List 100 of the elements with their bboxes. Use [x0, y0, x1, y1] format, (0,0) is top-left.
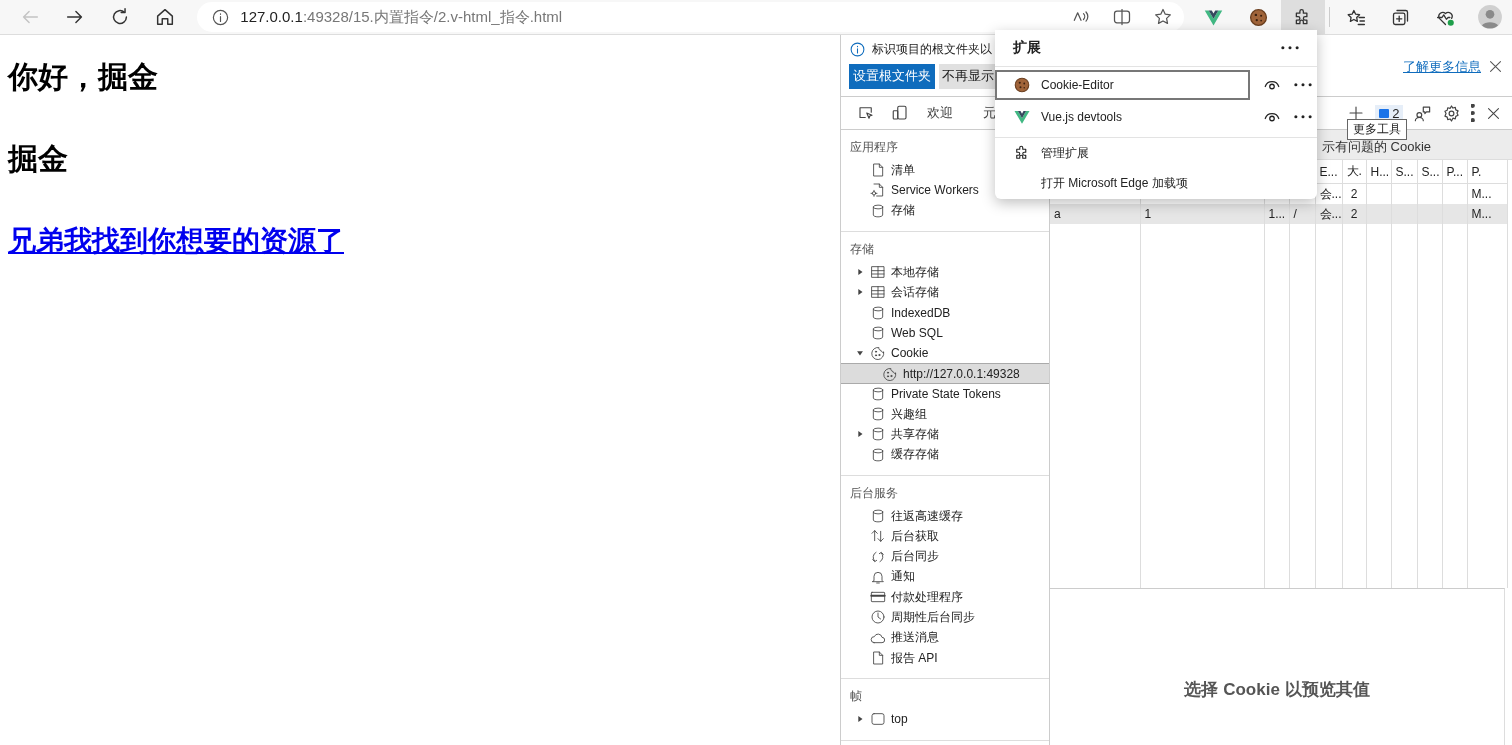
expand-arrow-icon[interactable]	[855, 287, 865, 298]
clock-icon	[870, 609, 886, 626]
more-tools-tooltip: 更多工具	[1347, 119, 1407, 140]
expand-arrow-icon[interactable]	[855, 714, 865, 725]
cookie-icon	[882, 365, 898, 382]
sidebar-item[interactable]: 往返高速缓存	[870, 507, 963, 525]
avatar-icon	[1476, 4, 1503, 30]
section-title: 后台服务	[850, 484, 898, 502]
sidebar-item[interactable]: 推送消息	[870, 629, 939, 647]
database-icon	[870, 406, 886, 423]
sidebar-item[interactable]: 共享存储	[870, 425, 939, 443]
panel-tab[interactable]: 元	[983, 104, 996, 122]
database-icon	[870, 385, 886, 402]
sidebar-item[interactable]: Service Workers	[870, 182, 979, 199]
database-icon	[870, 508, 886, 524]
sidebar-item[interactable]: 后台同步	[870, 548, 939, 566]
expand-arrow-icon[interactable]	[855, 429, 865, 440]
section-title: 帧	[850, 688, 862, 706]
page-heading: 你好，掘金	[8, 59, 159, 95]
sidebar-item[interactable]: 本地存储	[870, 263, 939, 281]
settings-button[interactable]	[1442, 103, 1462, 123]
close-button[interactable]	[1487, 58, 1504, 75]
set-root-folder-button[interactable]: 设置根文件夹	[849, 64, 935, 89]
menu-item[interactable]: 打开 Microsoft Edge 加载项	[995, 168, 1317, 198]
cookie-icon	[1013, 76, 1031, 94]
resource-link[interactable]: 兄弟我找到你想要的资源了	[8, 221, 344, 261]
frame-icon	[870, 711, 886, 728]
sidebar-item[interactable]: Private State Tokens	[870, 385, 1001, 402]
filter-label: 示有问题的 Cookie	[1322, 138, 1432, 156]
column-header[interactable]: S...	[1417, 160, 1442, 184]
info-message: 标识项目的根文件夹以	[872, 41, 992, 58]
menu-title: 扩展	[1013, 39, 1041, 57]
more-icon	[1294, 83, 1312, 87]
cookie-icon	[1247, 6, 1269, 28]
table-cell: 1...	[1264, 204, 1289, 224]
split-screen-icon	[1112, 7, 1132, 27]
sidebar-item[interactable]: 付款处理程序	[870, 588, 963, 606]
gear-file-icon	[870, 182, 886, 199]
sidebar-item[interactable]: 缓存存储	[870, 446, 939, 464]
table-cell: a	[1050, 204, 1140, 224]
table-cell: 会...	[1315, 204, 1342, 224]
column-header[interactable]: S...	[1391, 160, 1417, 184]
info-icon	[849, 41, 866, 58]
table-cell: 2	[1342, 204, 1366, 224]
v-logo-icon	[1013, 108, 1031, 126]
column-header[interactable]: 大.	[1342, 160, 1366, 184]
table-cell: /	[1289, 204, 1315, 224]
section-title: 应用程序	[850, 139, 898, 156]
database-icon	[870, 324, 886, 341]
menu-item[interactable]: 管理扩展	[995, 138, 1317, 168]
sidebar-item[interactable]: 会话存储	[870, 283, 939, 301]
star-icon	[1153, 7, 1173, 27]
expand-arrow-icon[interactable]	[855, 267, 865, 278]
sidebar-item[interactable]: 存储	[870, 202, 915, 220]
section-title: 存储	[850, 240, 874, 258]
more-icon	[1471, 104, 1475, 122]
extension-item[interactable]: Vue.js devtools	[995, 102, 1250, 132]
extensions-button[interactable]	[1280, 0, 1325, 35]
column-header[interactable]: P.	[1467, 160, 1507, 184]
file-icon	[870, 650, 886, 667]
column-header[interactable]: H...	[1366, 160, 1391, 184]
table-row[interactable]: a 1 1... / 会... 2 M...	[1050, 204, 1507, 224]
dismiss-button[interactable]: 不再显示	[939, 64, 997, 89]
database-icon	[870, 426, 886, 443]
table-icon	[870, 264, 886, 281]
more-icon	[1294, 115, 1312, 119]
learn-more-link[interactable]: 了解更多信息	[1403, 57, 1481, 76]
table-cell: 1	[1140, 204, 1264, 224]
sidebar-item[interactable]: IndexedDB	[870, 304, 951, 321]
up-down-arrows-icon	[870, 528, 886, 545]
sidebar-item[interactable]: 清单	[870, 161, 915, 179]
database-icon	[870, 304, 886, 321]
more-button[interactable]	[1294, 83, 1312, 87]
address-bar[interactable]: 127.0.0.1:49328/15.内置指令/2.v-html_指令.html	[197, 2, 1184, 32]
url-text: 127.0.0.1:49328/15.内置指令/2.v-html_指令.html	[240, 7, 564, 27]
column-header[interactable]: P...	[1442, 160, 1467, 184]
sidebar-item[interactable]: Cookie	[870, 345, 929, 362]
more-button[interactable]	[1281, 46, 1299, 50]
device-icon	[891, 104, 909, 122]
page-heading: 掘金	[8, 141, 69, 177]
sidebar-item[interactable]: 报告 API	[870, 649, 938, 667]
info-icon	[211, 7, 231, 27]
column-header[interactable]: E...	[1315, 160, 1342, 184]
sidebar-item[interactable]: top	[870, 711, 908, 728]
file-icon	[870, 162, 886, 179]
more-button[interactable]	[1471, 104, 1475, 122]
extension-item[interactable]: Cookie-Editor	[995, 70, 1250, 100]
more-button[interactable]	[1294, 115, 1312, 119]
sidebar-item[interactable]: 兴趣组	[870, 405, 927, 423]
sidebar-item[interactable]: Web SQL	[870, 324, 943, 341]
sidebar-item[interactable]: 通知	[870, 568, 915, 586]
sidebar-item[interactable]: 后台获取	[870, 527, 939, 545]
database-icon	[870, 202, 886, 219]
table-icon	[870, 284, 886, 301]
close-icon	[1487, 58, 1504, 75]
sidebar-item[interactable]: 周期性后台同步	[870, 609, 975, 626]
panel-tab[interactable]: 欢迎	[927, 104, 953, 122]
inspect-icon	[857, 104, 875, 122]
table-cell: M...	[1467, 204, 1507, 224]
database-icon	[870, 446, 886, 463]
